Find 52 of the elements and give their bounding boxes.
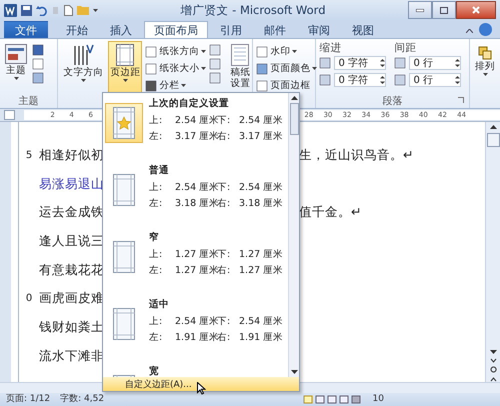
document-text: 易涨易退山 bbox=[39, 176, 104, 191]
margin-label: 左: bbox=[149, 130, 164, 142]
margin-label: 下: bbox=[217, 114, 232, 126]
preset-title: 宽 bbox=[149, 365, 159, 377]
margin-value: 1.27 厘米 bbox=[239, 248, 283, 260]
window-title: 增广贤文 - Microsoft Word bbox=[179, 2, 326, 18]
margin-value: 1.91 厘米 bbox=[239, 330, 283, 344]
margin-value: 3.18 厘米 bbox=[239, 196, 283, 210]
margin-value: 3.18 厘米 bbox=[175, 196, 217, 210]
margin-value: 1.27 厘米 bbox=[175, 264, 217, 276]
margin-value: 1.27 厘米 bbox=[239, 264, 283, 276]
margin-value: 3.17 厘米 bbox=[175, 130, 217, 142]
margin-label: 右: bbox=[217, 330, 232, 344]
margin-value: 1.91 厘米 bbox=[175, 330, 217, 344]
margin-value: 2.54 厘米 bbox=[239, 180, 283, 194]
spacing-label: 间距 bbox=[394, 41, 418, 54]
group-label: 主题 bbox=[18, 94, 40, 108]
preset-title: 窄 bbox=[149, 231, 160, 245]
document-text: 流水下滩非 bbox=[39, 348, 104, 363]
margin-value: 1.27 厘米 bbox=[175, 248, 217, 260]
margin-label: 下: bbox=[217, 314, 232, 328]
margin-label: 上: bbox=[149, 180, 164, 194]
document-text: 画虎画皮难 bbox=[39, 290, 104, 306]
margin-value: 2.54 厘米 bbox=[175, 314, 217, 328]
preset-title: 适中 bbox=[149, 298, 170, 312]
margin-label: 右: bbox=[217, 130, 232, 142]
document-text: 钱财如粪土 bbox=[39, 318, 104, 334]
line-number: 0 bbox=[26, 293, 32, 304]
document-text: 生，近山识鸟音。↵ bbox=[299, 146, 414, 164]
preset-title: 上次的自定义设置 bbox=[149, 97, 230, 111]
margin-label: 下: bbox=[217, 248, 232, 260]
preset-title: 普通 bbox=[149, 164, 170, 178]
margin-label: 左: bbox=[149, 330, 164, 344]
margin-value: 3.17 厘米 bbox=[239, 130, 283, 142]
margin-label: 上: bbox=[149, 314, 164, 328]
margin-value: 2.54 厘米 bbox=[175, 180, 217, 194]
document-text: 运去金成铁 bbox=[39, 204, 104, 220]
document-text: 逢人且说三 bbox=[39, 232, 104, 248]
margin-label: 下: bbox=[217, 180, 232, 194]
indent-label: 缩进 bbox=[319, 41, 342, 54]
document-text: 值千金。↵ bbox=[299, 204, 362, 222]
margin-label: 左: bbox=[149, 196, 164, 210]
margin-label: 左: bbox=[149, 264, 164, 276]
margin-label: 上: bbox=[149, 248, 164, 260]
margin-label: 右: bbox=[217, 196, 232, 210]
margin-value: 2.54 厘米 bbox=[239, 314, 283, 328]
margin-label: 右: bbox=[217, 264, 232, 276]
line-number: 5 bbox=[26, 150, 32, 161]
margin-value: 2.54 厘米 bbox=[175, 114, 217, 126]
margin-label: 上: bbox=[149, 114, 164, 126]
margin-value: 2.54 厘米 bbox=[239, 114, 283, 126]
group-label: 段落 bbox=[382, 94, 403, 108]
